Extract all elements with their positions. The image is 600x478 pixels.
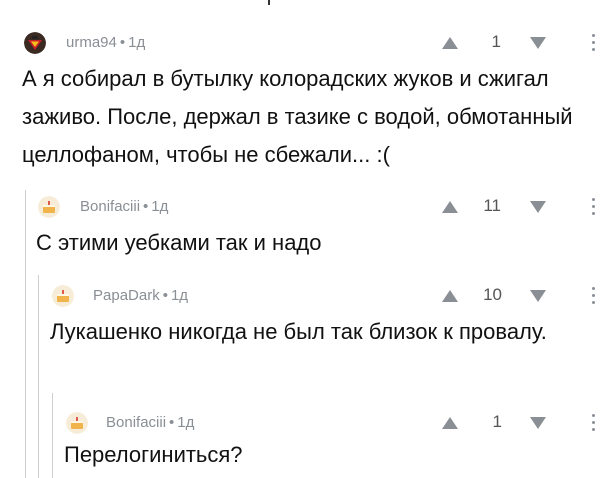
comment-age[interactable]: 1д: [177, 414, 194, 431]
upvote-icon[interactable]: [441, 36, 459, 50]
comment-header: urma94 • 1д 1: [22, 28, 600, 58]
author-name[interactable]: urma94: [66, 34, 117, 51]
comment-text: А я собирал в бутылку колорадских жуков …: [22, 66, 573, 167]
cake-avatar[interactable]: [66, 412, 88, 434]
comment-urma94: urma94 • 1д 1 А я собирал в бутылку колора…: [22, 28, 600, 174]
comment-papadark: PapaDark • 1д 10 Лукашенко никогда не был …: [50, 281, 600, 351]
comment-header: Bonifaciii • 1д 1: [64, 408, 600, 438]
comment-bonifaciii: Bonifaciii • 1д 11 С этими уебками так и н…: [36, 192, 600, 262]
thread-line-level-2: [38, 275, 39, 478]
comment-text: С этими уебками так и надо: [36, 230, 322, 255]
comment-header: Bonifaciii • 1д 11: [36, 192, 600, 222]
meta-separator: •: [143, 198, 149, 215]
comment-score: 1: [492, 412, 502, 431]
comment-score: 11: [483, 196, 501, 215]
downvote-icon[interactable]: [529, 289, 547, 303]
cake-avatar[interactable]: [38, 196, 60, 218]
comment-header: PapaDark • 1д 10: [50, 281, 600, 311]
more-options-icon[interactable]: [586, 410, 600, 436]
upvote-icon[interactable]: [441, 289, 459, 303]
cake-avatar[interactable]: [52, 285, 74, 307]
meta-separator: •: [119, 34, 126, 51]
comment-text: Лукашенко никогда не был так близок к пр…: [50, 319, 547, 344]
upvote-icon[interactable]: [441, 416, 459, 430]
author-name[interactable]: Bonifaciii: [80, 198, 140, 215]
comment-meta: urma94 • 1д: [66, 34, 145, 51]
meta-separator: •: [162, 287, 168, 304]
scroll-edge-fragment: [268, 0, 270, 5]
comment-age[interactable]: 1д: [171, 287, 188, 304]
downvote-icon[interactable]: [529, 36, 547, 50]
comment-text: Перелогиниться?: [64, 442, 243, 467]
author-name[interactable]: PapaDark: [93, 287, 160, 304]
comment-score: 10: [483, 285, 502, 304]
superman-avatar[interactable]: [24, 32, 46, 54]
comment-score: 1: [491, 32, 501, 51]
more-options-icon[interactable]: [586, 30, 600, 56]
downvote-icon[interactable]: [529, 200, 547, 214]
thread-line-level-3: [52, 393, 53, 478]
more-options-icon[interactable]: [586, 194, 600, 220]
comment-age[interactable]: 1д: [128, 34, 145, 51]
upvote-icon[interactable]: [441, 200, 459, 214]
comment-meta: PapaDark • 1д: [93, 287, 188, 304]
comment-bonifaciii-reply: Bonifaciii • 1д 1 Перелогиниться?: [64, 408, 600, 474]
thread-line-level-1: [25, 190, 26, 478]
comment-meta: Bonifaciii • 1д: [80, 198, 168, 215]
meta-separator: •: [169, 414, 175, 431]
comment-meta: Bonifaciii • 1д: [106, 414, 194, 431]
author-name[interactable]: Bonifaciii: [106, 414, 166, 431]
more-options-icon[interactable]: [586, 283, 600, 309]
downvote-icon[interactable]: [529, 416, 547, 430]
comment-age[interactable]: 1д: [151, 198, 168, 215]
